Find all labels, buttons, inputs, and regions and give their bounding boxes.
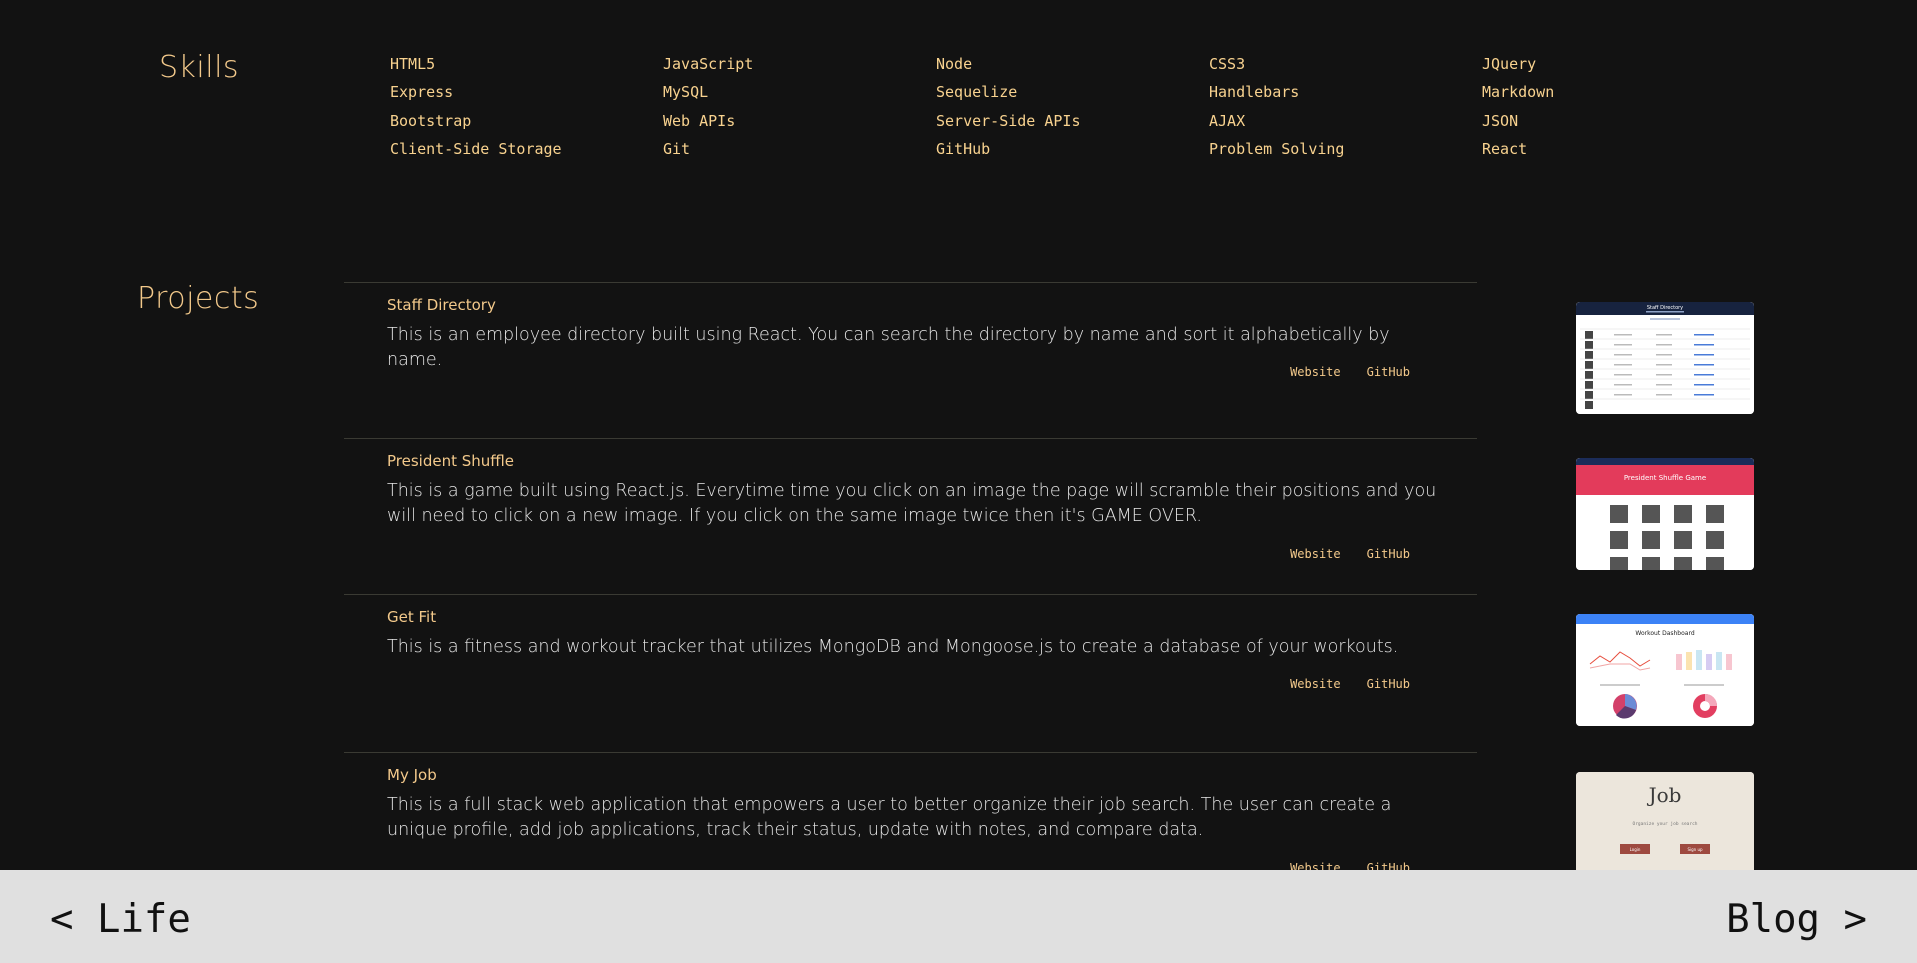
projects-heading: Projects <box>137 281 260 316</box>
project-staff-directory: Staff Directory This is an employee dire… <box>344 282 1477 438</box>
skills-grid: HTML5 JavaScript Node CSS3 JQuery Expres… <box>390 50 1755 163</box>
footer-nav: < Life Blog > <box>0 870 1917 963</box>
skill-item: JQuery <box>1482 55 1537 73</box>
skill-item: Node <box>936 55 973 73</box>
github-link[interactable]: GitHub <box>1367 547 1410 561</box>
skill-item: JavaScript <box>663 55 754 73</box>
skill-item: React <box>1482 139 1528 158</box>
skill-item: GitHub <box>936 139 991 158</box>
thumb-title: Job <box>1647 783 1682 807</box>
president-shuffle-screenshot: President Shuffle Game <box>1576 458 1754 570</box>
skill-item: JSON <box>1482 111 1519 130</box>
staff-directory-thumbnail[interactable]: Staff Directory <box>1576 302 1754 414</box>
skill-item: Web APIs <box>663 111 736 130</box>
project-president-shuffle: President Shuffle This is a game built u… <box>344 438 1477 594</box>
workout-dashboard-screenshot: Workout Dashboard <box>1576 614 1754 726</box>
project-links: Website GitHub <box>1290 547 1410 561</box>
website-link[interactable]: Website <box>1290 365 1341 379</box>
skill-item: Markdown <box>1482 83 1555 102</box>
president-shuffle-thumbnail[interactable]: President Shuffle Game <box>1576 458 1754 570</box>
thumb-title: Workout Dashboard <box>1635 630 1694 637</box>
project-description: This is a full stack web application tha… <box>387 795 1392 840</box>
skill-item: Git <box>663 139 691 158</box>
thumb-signup-label: Sign up <box>1687 847 1703 852</box>
project-description: This is a game built using React.js. Eve… <box>387 481 1437 526</box>
my-job-thumbnail[interactable]: Job Organize your job search Login Sign … <box>1576 772 1754 870</box>
website-link[interactable]: Website <box>1290 547 1341 561</box>
project-name: Get Fit <box>387 608 437 626</box>
skill-item: Bootstrap <box>390 111 472 130</box>
website-link[interactable]: Website <box>1290 677 1341 691</box>
skill-item: HTML5 <box>390 55 436 73</box>
thumb-subtitle: Organize your job search <box>1632 821 1697 827</box>
project-description: This is a fitness and workout tracker th… <box>387 637 1399 657</box>
skill-item: Problem Solving <box>1209 139 1345 158</box>
skill-item: CSS3 <box>1209 55 1246 73</box>
project-links: Website GitHub <box>1290 677 1410 691</box>
project-links: Website GitHub <box>1290 365 1410 379</box>
skill-item: Server-Side APIs <box>936 111 1081 130</box>
prev-page-link[interactable]: < Life <box>50 897 191 942</box>
project-name: Staff Directory <box>387 296 496 314</box>
next-page-link[interactable]: Blog > <box>1726 897 1867 942</box>
divider <box>344 594 1477 595</box>
skill-item: Sequelize <box>936 83 1018 102</box>
divider <box>344 282 1477 283</box>
github-link[interactable]: GitHub <box>1367 677 1410 691</box>
divider <box>344 752 1477 753</box>
skill-item: Handlebars <box>1209 83 1300 102</box>
staff-directory-screenshot: Staff Directory <box>1576 302 1754 414</box>
project-name: President Shuffle <box>387 452 515 470</box>
get-fit-thumbnail[interactable]: Workout Dashboard <box>1576 614 1754 726</box>
project-name: My Job <box>387 766 437 784</box>
thumb-title: Staff Directory <box>1647 305 1683 311</box>
skill-item: AJAX <box>1209 111 1246 130</box>
divider <box>344 438 1477 439</box>
github-link[interactable]: GitHub <box>1367 365 1410 379</box>
skill-item: MySQL <box>663 83 709 102</box>
project-description: This is an employee directory built usin… <box>387 325 1390 370</box>
my-job-screenshot: Job Organize your job search Login Sign … <box>1576 772 1754 870</box>
skill-item: Client-Side Storage <box>390 139 562 158</box>
skill-item: Express <box>390 83 454 102</box>
thumb-title: President Shuffle Game <box>1624 474 1706 482</box>
thumb-login-label: Login <box>1630 847 1641 852</box>
skills-heading: Skills <box>159 50 240 85</box>
project-get-fit: Get Fit This is a fitness and workout tr… <box>344 594 1477 752</box>
